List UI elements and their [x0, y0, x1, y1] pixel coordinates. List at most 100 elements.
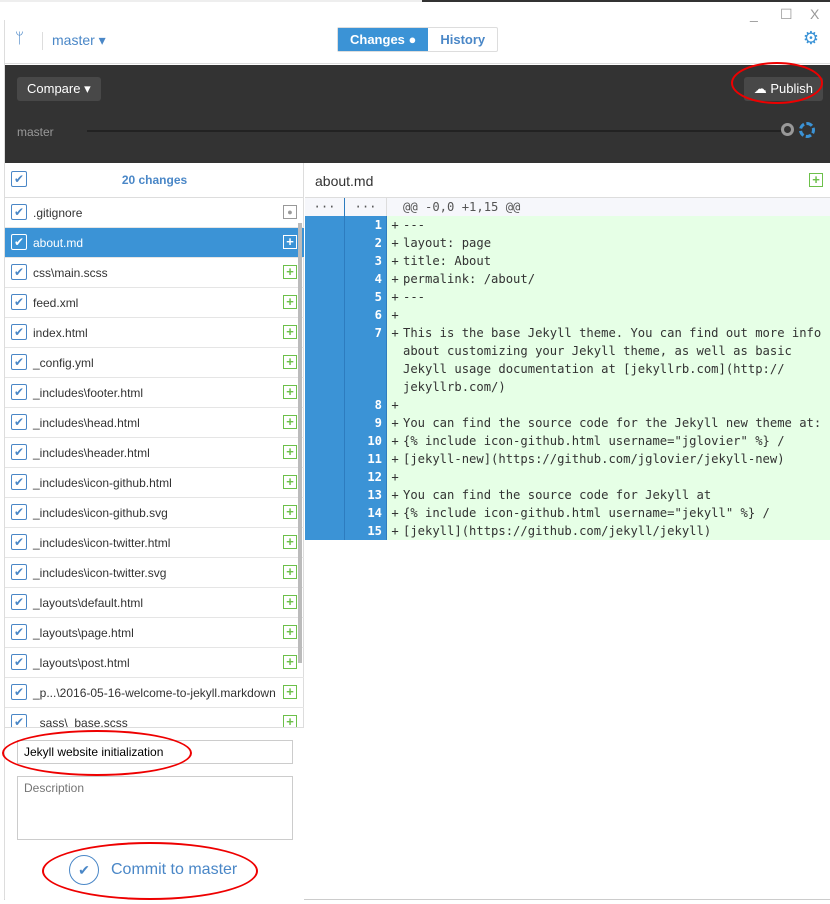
- file-checkbox[interactable]: ✔: [11, 714, 27, 728]
- file-row[interactable]: ✔ _layouts\default.html +: [5, 588, 304, 618]
- commit-button[interactable]: ✔ Commit to master: [69, 855, 237, 885]
- old-line-number: [305, 486, 345, 504]
- publish-label: Publish: [770, 81, 813, 96]
- file-checkbox[interactable]: ✔: [11, 384, 27, 400]
- file-name: _includes\icon-twitter.html: [33, 536, 171, 550]
- diff-marker: +: [387, 252, 403, 270]
- diff-marker: +: [387, 324, 403, 396]
- file-checkbox[interactable]: ✔: [11, 624, 27, 640]
- file-checkbox[interactable]: ✔: [11, 354, 27, 370]
- file-checkbox[interactable]: ✔: [11, 204, 27, 220]
- file-name: _includes\icon-twitter.svg: [33, 566, 167, 580]
- file-checkbox[interactable]: ✔: [11, 684, 27, 700]
- new-line-number: 14: [345, 504, 387, 522]
- file-row[interactable]: ✔ .gitignore ●: [5, 198, 304, 228]
- line-text: {% include icon-github.html username="je…: [403, 504, 830, 522]
- file-name: _layouts\default.html: [33, 596, 144, 610]
- gear-icon[interactable]: ⚙: [803, 28, 819, 49]
- divider: [42, 32, 43, 50]
- file-name: _layouts\post.html: [33, 656, 130, 670]
- file-row[interactable]: ✔ _config.yml +: [5, 348, 304, 378]
- diff-marker: +: [387, 522, 403, 540]
- tab-changes[interactable]: Changes ●: [338, 28, 429, 51]
- file-name: _includes\header.html: [33, 446, 150, 460]
- diff-line: 7 + This is the base Jekyll theme. You can…: [305, 324, 830, 396]
- line-text: layout: page: [403, 234, 830, 252]
- diff-marker: +: [387, 468, 403, 486]
- line-text: [403, 306, 830, 324]
- file-checkbox[interactable]: ✔: [11, 414, 27, 430]
- line-text: This is the base Jekyll theme. You can f…: [403, 324, 830, 396]
- old-line-number: [305, 414, 345, 432]
- file-name: _includes\footer.html: [33, 386, 144, 400]
- diff-marker: +: [387, 234, 403, 252]
- added-status-icon: +: [809, 173, 823, 187]
- diff-marker: +: [387, 504, 403, 522]
- file-row[interactable]: ✔ _includes\icon-github.html +: [5, 468, 304, 498]
- file-checkbox[interactable]: ✔: [11, 474, 27, 490]
- file-checkbox[interactable]: ✔: [11, 444, 27, 460]
- file-name: css\main.scss: [33, 266, 108, 280]
- file-checkbox[interactable]: ✔: [11, 594, 27, 610]
- scrollbar[interactable]: [298, 223, 302, 663]
- file-checkbox[interactable]: ✔: [11, 504, 27, 520]
- file-name: _config.yml: [33, 356, 94, 370]
- window-top-edge: [0, 0, 830, 2]
- added-status-icon: +: [283, 235, 297, 249]
- file-row[interactable]: ✔ feed.xml +: [5, 288, 304, 318]
- diff-line: 9 + You can find the source code for the J…: [305, 414, 830, 432]
- file-row[interactable]: ✔ _includes\icon-twitter.html +: [5, 528, 304, 558]
- commit-summary-input[interactable]: [17, 740, 293, 764]
- old-line-number: [305, 288, 345, 306]
- diff-panel: about.md + ··· ··· @@ -0,0 +1,15 @@ 1 + --…: [305, 163, 830, 900]
- compare-button[interactable]: Compare ▾: [17, 77, 101, 101]
- tab-history[interactable]: History: [428, 28, 497, 51]
- file-row[interactable]: ✔ index.html +: [5, 318, 304, 348]
- file-checkbox[interactable]: ✔: [11, 264, 27, 280]
- old-line-number: [305, 306, 345, 324]
- commit-node[interactable]: [781, 123, 794, 136]
- file-row[interactable]: ✔ about.md +: [5, 228, 304, 258]
- added-status-icon: +: [283, 685, 297, 699]
- diff-line: 6 +: [305, 306, 830, 324]
- added-status-icon: +: [283, 445, 297, 459]
- file-row[interactable]: ✔ css\main.scss +: [5, 258, 304, 288]
- file-row[interactable]: ✔ _p...\2016-05-16-welcome-to-jekyll.mark…: [5, 678, 304, 708]
- commit-description-input[interactable]: [17, 776, 293, 840]
- old-line-number: [305, 252, 345, 270]
- file-row[interactable]: ✔ _includes\footer.html +: [5, 378, 304, 408]
- diff-marker: +: [387, 396, 403, 414]
- publish-button[interactable]: ☁ Publish: [743, 77, 823, 101]
- file-row[interactable]: ✔ _layouts\post.html +: [5, 648, 304, 678]
- file-row[interactable]: ✔ _layouts\page.html +: [5, 618, 304, 648]
- file-checkbox[interactable]: ✔: [11, 534, 27, 550]
- new-line-number: 10: [345, 432, 387, 450]
- branch-selector[interactable]: master ▾: [52, 32, 106, 49]
- file-checkbox[interactable]: ✔: [11, 324, 27, 340]
- hunk-text: @@ -0,0 +1,15 @@: [403, 198, 830, 216]
- added-status-icon: +: [283, 595, 297, 609]
- old-line-number: [305, 504, 345, 522]
- file-checkbox[interactable]: ✔: [11, 564, 27, 580]
- file-row[interactable]: ✔ _includes\head.html +: [5, 408, 304, 438]
- file-checkbox[interactable]: ✔: [11, 294, 27, 310]
- file-name: feed.xml: [33, 296, 79, 310]
- file-row[interactable]: ✔ _includes\header.html +: [5, 438, 304, 468]
- line-text: ---: [403, 288, 830, 306]
- file-checkbox[interactable]: ✔: [11, 234, 27, 250]
- old-line-number: [305, 270, 345, 288]
- file-row[interactable]: ✔ _includes\icon-github.svg +: [5, 498, 304, 528]
- new-line-number: 3: [345, 252, 387, 270]
- file-row[interactable]: ✔ _includes\icon-twitter.svg +: [5, 558, 304, 588]
- added-status-icon: +: [283, 385, 297, 399]
- file-checkbox[interactable]: ✔: [11, 654, 27, 670]
- old-line-number: [305, 450, 345, 468]
- file-row[interactable]: ✔ _sass\_base.scss +: [5, 708, 304, 728]
- added-status-icon: +: [283, 535, 297, 549]
- diff-marker: +: [387, 486, 403, 504]
- added-status-icon: +: [283, 565, 297, 579]
- old-line-number: [305, 216, 345, 234]
- line-text: You can find the source code for Jekyll …: [403, 486, 830, 504]
- uncommitted-node[interactable]: [799, 122, 815, 138]
- diff-header: about.md +: [305, 163, 830, 198]
